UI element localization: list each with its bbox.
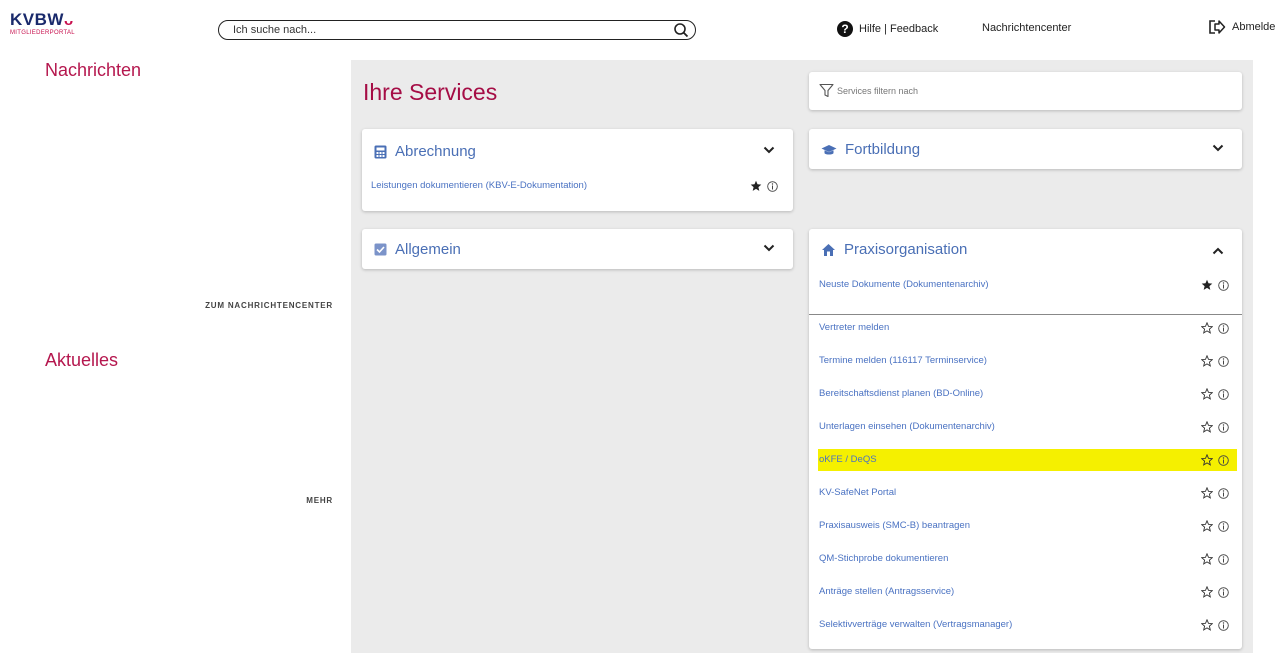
logo-smile-icon: ᴗ <box>63 12 74 29</box>
search-icon[interactable] <box>673 22 689 38</box>
star-filled-icon[interactable] <box>1201 279 1213 291</box>
info-icon[interactable] <box>767 180 778 192</box>
to-nachrichtencenter-link[interactable]: ZUM NACHRICHTENCENTER <box>205 301 333 310</box>
info-icon[interactable] <box>1218 619 1229 631</box>
star-outline-icon[interactable] <box>1201 586 1213 598</box>
service-link[interactable]: Anträge stellen (Antragsservice) <box>819 586 954 597</box>
logout-icon <box>1209 20 1226 34</box>
chevron-down-icon[interactable] <box>763 242 775 254</box>
info-icon[interactable] <box>1218 355 1229 367</box>
chevron-down-icon[interactable] <box>1212 142 1224 154</box>
list-item: QM-Stichprobe dokumentieren <box>818 548 1237 570</box>
calculator-icon <box>374 145 387 158</box>
search-bar[interactable] <box>218 20 696 40</box>
list-item: Vertreter melden <box>818 317 1237 339</box>
star-outline-icon[interactable] <box>1201 619 1213 631</box>
star-outline-icon[interactable] <box>1201 487 1213 499</box>
list-item: Termine melden (116117 Terminservice) <box>818 350 1237 372</box>
star-filled-icon[interactable] <box>750 180 762 192</box>
service-link[interactable]: KV-SafeNet Portal <box>819 487 896 498</box>
service-link[interactable]: Bereitschaftsdienst planen (BD-Online) <box>819 388 983 399</box>
list-item: Neuste Dokumente (Dokumentenarchiv) <box>818 274 1237 296</box>
question-icon: ? <box>837 21 853 37</box>
info-icon[interactable] <box>1218 454 1229 466</box>
service-link[interactable]: Vertreter melden <box>819 322 889 333</box>
list-item: oKFE / DeQS <box>818 449 1237 471</box>
info-icon[interactable] <box>1218 586 1229 598</box>
logo-text: KVBW <box>10 10 64 29</box>
list-item: Unterlagen einsehen (Dokumentenarchiv) <box>818 416 1237 438</box>
logout-button[interactable]: Abmelde <box>1208 19 1275 35</box>
card-fortbildung-title: Fortbildung <box>845 141 921 158</box>
kvbw-logo[interactable]: KVBWᴗ MITGLIEDERPORTAL <box>10 11 75 36</box>
card-abrechnung-title: Abrechnung <box>395 143 476 160</box>
service-link[interactable]: Praxisausweis (SMC-B) beantragen <box>819 520 970 531</box>
service-link-leistungen[interactable]: Leistungen dokumentieren (KBV-E-Dokument… <box>371 180 587 191</box>
chevron-down-icon[interactable] <box>763 144 775 156</box>
filter-icon <box>819 83 834 98</box>
info-icon[interactable] <box>1218 322 1229 334</box>
chevron-up-icon[interactable] <box>1212 245 1224 257</box>
card-praxisorganisation-header[interactable]: Praxisorganisation <box>821 241 967 258</box>
current-heading: Aktuelles <box>45 350 119 370</box>
card-praxisorganisation-title: Praxisorganisation <box>844 241 968 258</box>
list-item: KV-SafeNet Portal <box>818 482 1237 504</box>
info-icon[interactable] <box>1218 421 1229 433</box>
star-outline-icon[interactable] <box>1201 454 1213 466</box>
card-fortbildung-header[interactable]: Fortbildung <box>821 141 920 158</box>
list-item: Selektivverträge verwalten (Vertragsmana… <box>818 614 1237 636</box>
list-item: Anträge stellen (Antragsservice) <box>818 581 1237 603</box>
card-praxisorganisation: Praxisorganisation Neuste Dokumente (Dok… <box>809 229 1242 649</box>
services-filter[interactable] <box>809 72 1242 110</box>
filter-input[interactable] <box>837 83 1217 99</box>
list-item: Praxisausweis (SMC-B) beantragen <box>818 515 1237 537</box>
card-allgemein: Allgemein <box>362 229 793 269</box>
card-allgemein-title: Allgemein <box>395 241 461 258</box>
star-outline-icon[interactable] <box>1201 355 1213 367</box>
top-header: KVBWᴗ MITGLIEDERPORTAL ? Hilfe | Feedbac… <box>0 0 1284 60</box>
divider <box>809 314 1242 315</box>
checkbox-icon <box>374 243 387 256</box>
card-abrechnung: Abrechnung Leistungen dokumentieren (KBV… <box>362 129 793 211</box>
info-icon[interactable] <box>1218 553 1229 565</box>
service-link[interactable]: QM-Stichprobe dokumentieren <box>819 553 948 564</box>
star-outline-icon[interactable] <box>1201 322 1213 334</box>
card-abrechnung-header[interactable]: Abrechnung <box>374 143 476 160</box>
logout-label: Abmelde <box>1232 21 1276 33</box>
news-heading: Nachrichten <box>45 60 142 80</box>
service-link[interactable]: Selektivverträge verwalten (Vertragsmana… <box>819 619 1012 630</box>
help-feedback-link[interactable]: ? Hilfe | Feedback <box>837 21 938 37</box>
info-icon[interactable] <box>1218 520 1229 532</box>
graduation-cap-icon <box>821 144 837 155</box>
services-title: Ihre Services <box>363 79 498 105</box>
info-icon[interactable] <box>1218 487 1229 499</box>
star-outline-icon[interactable] <box>1201 388 1213 400</box>
more-link[interactable]: MEHR <box>306 496 333 505</box>
list-item: Bereitschaftsdienst planen (BD-Online) <box>818 383 1237 405</box>
nachrichtencenter-link[interactable]: Nachrichtencenter <box>982 22 1071 34</box>
service-link[interactable]: Unterlagen einsehen (Dokumentenarchiv) <box>819 421 995 432</box>
star-outline-icon[interactable] <box>1201 520 1213 532</box>
search-input[interactable] <box>233 22 653 38</box>
service-link[interactable]: Termine melden (116117 Terminservice) <box>819 355 987 366</box>
help-label: Hilfe | Feedback <box>859 23 939 35</box>
star-outline-icon[interactable] <box>1201 553 1213 565</box>
info-icon[interactable] <box>1218 279 1229 291</box>
info-icon[interactable] <box>1218 388 1229 400</box>
card-fortbildung: Fortbildung <box>809 129 1242 169</box>
logo-subtitle: MITGLIEDERPORTAL <box>10 30 75 36</box>
service-link[interactable]: oKFE / DeQS <box>819 454 877 465</box>
card-allgemein-header[interactable]: Allgemein <box>374 241 461 258</box>
service-link[interactable]: Neuste Dokumente (Dokumentenarchiv) <box>819 279 989 290</box>
star-outline-icon[interactable] <box>1201 421 1213 433</box>
house-icon <box>822 243 835 256</box>
